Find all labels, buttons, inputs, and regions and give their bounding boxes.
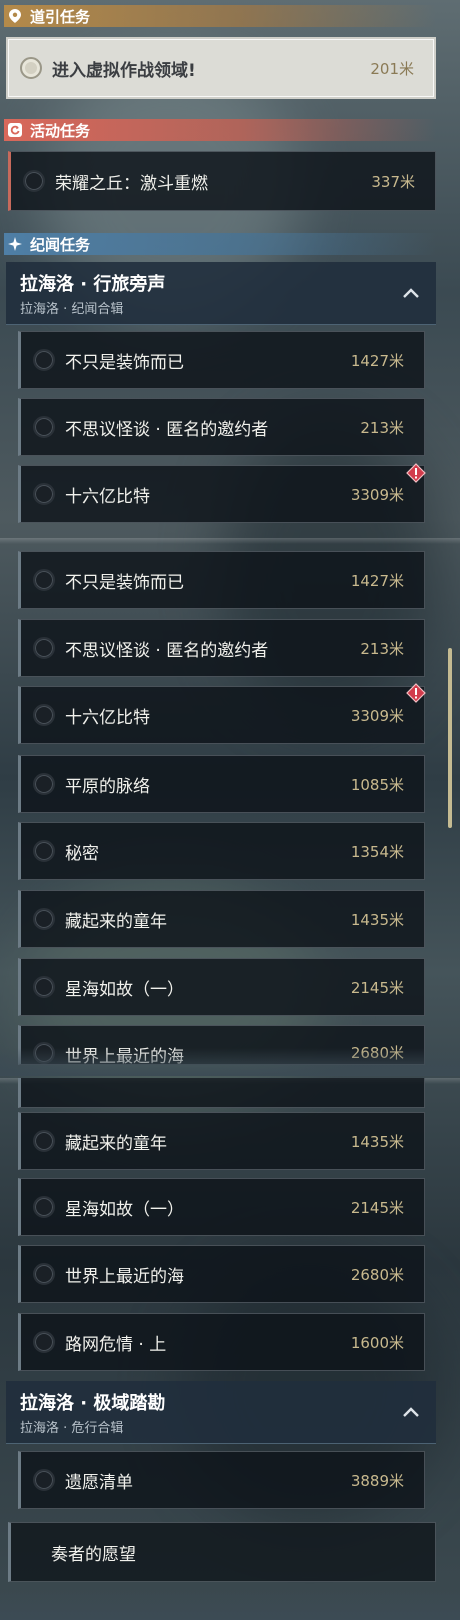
category-label: 纪闻任务	[30, 235, 91, 254]
screenshot-seam	[0, 538, 460, 544]
quest-status-icon	[33, 483, 55, 505]
quest-status-icon	[33, 840, 55, 862]
quest-title: 星海如故（一）	[65, 1199, 184, 1220]
category-event-header: 活动任务	[4, 119, 436, 141]
quest-distance: 2145米	[350, 1198, 404, 1217]
scrollbar-thumb[interactable]	[448, 648, 452, 828]
quest-distance: 1435米	[350, 910, 404, 929]
group-subtitle: 拉海洛 · 纪闻合辑	[20, 302, 124, 317]
quest-distance: 1435米	[350, 1132, 404, 1151]
quest-row[interactable]: 十六亿比特 3309米	[18, 465, 425, 523]
quest-status-icon	[33, 1196, 55, 1218]
quest-status-icon	[33, 976, 55, 998]
chevron-up-icon[interactable]	[400, 1401, 422, 1423]
quest-title: 秘密	[65, 843, 99, 864]
quest-status-icon	[33, 1130, 55, 1152]
quest-title: 藏起来的童年	[65, 1133, 167, 1154]
quest-title: 十六亿比特	[65, 486, 150, 507]
quest-title: 不思议怪谈 · 匿名的邀约者	[65, 640, 269, 661]
event-quest-row[interactable]: 荣耀之丘：激斗重燃 337米	[8, 151, 436, 211]
refresh-icon	[4, 119, 26, 141]
quest-title: 遗愿清单	[65, 1472, 133, 1493]
quest-distance: 2145米	[350, 978, 404, 997]
quest-row[interactable]: 路网危情 · 上 1600米	[18, 1313, 425, 1371]
quest-title: 藏起来的童年	[65, 911, 167, 932]
quest-status-icon	[33, 637, 55, 659]
group-title: 拉海洛 · 行旅旁声	[20, 274, 166, 295]
quest-status-icon	[33, 1331, 55, 1353]
quest-title: 荣耀之丘：激斗重燃	[55, 173, 208, 194]
quest-distance: 2680米	[350, 1265, 404, 1284]
category-guide-header: 道引任务	[4, 5, 436, 27]
quest-distance: 1600米	[350, 1333, 404, 1352]
quest-title: 平原的脉络	[65, 776, 150, 797]
quest-status-icon	[20, 57, 42, 79]
quest-row[interactable]: 世界上最近的海 2680米	[18, 1245, 425, 1303]
quest-distance: 3309米	[350, 485, 404, 504]
list-fade	[0, 1048, 460, 1076]
quest-row[interactable]	[18, 1078, 425, 1108]
quest-distance: 3309米	[350, 706, 404, 725]
category-story-header: 纪闻任务	[4, 233, 436, 255]
quest-row[interactable]: 不只是装饰而已 1427米	[18, 331, 425, 389]
quest-status-icon	[33, 569, 55, 591]
warning-diamond-icon	[406, 463, 426, 483]
quest-title: 不只是装饰而已	[65, 352, 184, 373]
quest-status-icon	[23, 170, 45, 192]
category-label: 道引任务	[30, 7, 91, 26]
group-subtitle: 拉海洛 · 危行合辑	[20, 1421, 124, 1436]
pin-icon	[4, 5, 26, 27]
quest-status-icon	[33, 349, 55, 371]
quest-status-icon	[33, 1263, 55, 1285]
quest-row[interactable]: 星海如故（一） 2145米	[18, 958, 425, 1016]
quest-row[interactable]: 遗愿清单 3889米	[18, 1451, 425, 1509]
quest-title: 不只是装饰而已	[65, 572, 184, 593]
quest-row[interactable]: 藏起来的童年 1435米	[18, 1112, 425, 1170]
guide-quest-row[interactable]: 进入虚拟作战领域! 201米	[6, 37, 436, 99]
quest-distance: 337米	[371, 172, 415, 191]
group-header-jiyu[interactable]: 拉海洛 · 极域踏勘 拉海洛 · 危行合辑	[6, 1381, 436, 1444]
quest-row[interactable]: 平原的脉络 1085米	[18, 755, 425, 813]
quest-title: 十六亿比特	[65, 707, 150, 728]
quest-distance: 1354米	[350, 842, 404, 861]
quest-row[interactable]: 十六亿比特 3309米	[18, 686, 425, 744]
quest-distance: 3889米	[350, 1471, 404, 1490]
group-title: 拉海洛 · 极域踏勘	[20, 1393, 166, 1414]
quest-row[interactable]: 奏者的愿望	[8, 1522, 436, 1582]
quest-title: 星海如故（一）	[65, 979, 184, 1000]
category-label: 活动任务	[30, 121, 91, 140]
warning-diamond-icon	[406, 683, 426, 703]
quest-status-icon	[33, 773, 55, 795]
quest-distance: 1427米	[350, 571, 404, 590]
quest-row[interactable]: 不思议怪谈 · 匿名的邀约者 213米	[18, 619, 425, 677]
quest-distance: 1427米	[350, 351, 404, 370]
quest-row[interactable]: 星海如故（一） 2145米	[18, 1178, 425, 1236]
quest-title: 奏者的愿望	[51, 1544, 136, 1565]
quest-status-icon	[33, 704, 55, 726]
quest-title: 路网危情 · 上	[65, 1334, 167, 1355]
quest-title: 不思议怪谈 · 匿名的邀约者	[65, 419, 269, 440]
chevron-up-icon[interactable]	[400, 282, 422, 304]
quest-status-icon	[33, 908, 55, 930]
quest-row[interactable]: 不只是装饰而已 1427米	[18, 551, 425, 609]
quest-row[interactable]: 藏起来的童年 1435米	[18, 890, 425, 948]
quest-row[interactable]: 不思议怪谈 · 匿名的邀约者 213米	[18, 398, 425, 456]
quest-row[interactable]: 秘密 1354米	[18, 822, 425, 880]
quest-title: 进入虚拟作战领域!	[52, 60, 196, 81]
quest-title: 世界上最近的海	[65, 1266, 184, 1287]
group-header-xinglv[interactable]: 拉海洛 · 行旅旁声 拉海洛 · 纪闻合辑	[6, 262, 436, 325]
quest-status-icon	[33, 416, 55, 438]
quest-distance: 213米	[360, 418, 404, 437]
quest-distance: 213米	[360, 639, 404, 658]
quest-distance: 201米	[370, 59, 414, 78]
list-fade	[0, 1592, 460, 1620]
quest-distance: 1085米	[350, 775, 404, 794]
quest-status-icon	[33, 1469, 55, 1491]
sparkle-icon	[4, 233, 26, 255]
